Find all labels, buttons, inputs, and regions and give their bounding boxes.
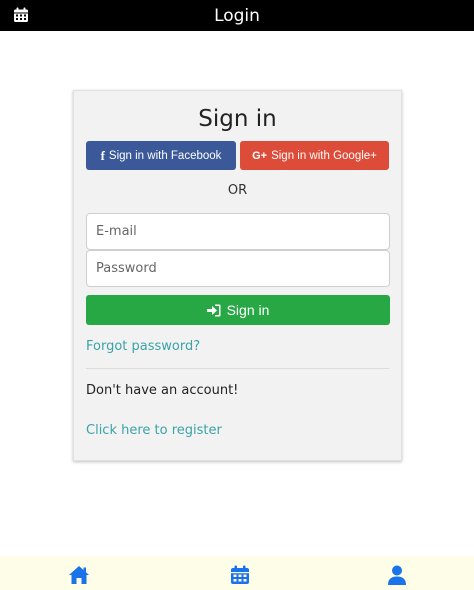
home-icon[interactable] — [68, 565, 90, 585]
signin-heading: Sign in — [198, 106, 277, 132]
facebook-signin-label: Sign in with Facebook — [108, 149, 222, 162]
top-app-bar: Login — [0, 0, 474, 31]
signin-button-label: Sign in — [226, 302, 270, 318]
calendar-icon[interactable] — [13, 7, 29, 23]
facebook-signin-button[interactable]: f Sign in with Facebook — [86, 141, 236, 170]
signin-button[interactable]: Sign in — [86, 295, 390, 325]
signin-card: Sign in f Sign in with Facebook G+ Sign … — [73, 90, 402, 461]
password-input[interactable] — [86, 250, 390, 287]
google-signin-label: Sign in with Google+ — [271, 149, 377, 162]
no-account-text: Don't have an account! — [86, 383, 239, 398]
divider — [86, 368, 389, 369]
forgot-password-link[interactable]: Forgot password? — [86, 338, 389, 356]
calendar-nav-icon[interactable] — [229, 565, 251, 585]
page-title: Login — [214, 5, 260, 26]
user-icon[interactable] — [386, 565, 408, 585]
email-input[interactable] — [86, 213, 390, 250]
google-plus-icon: G+ — [252, 149, 268, 162]
bottom-nav-bar — [0, 556, 474, 590]
register-link[interactable]: Click here to register — [86, 422, 389, 440]
facebook-icon: f — [100, 147, 105, 163]
or-separator: OR — [227, 183, 248, 198]
google-signin-button[interactable]: G+ Sign in with Google+ — [240, 141, 389, 170]
sign-in-icon — [206, 304, 221, 316]
social-login-row: f Sign in with Facebook G+ Sign in with … — [86, 141, 389, 170]
